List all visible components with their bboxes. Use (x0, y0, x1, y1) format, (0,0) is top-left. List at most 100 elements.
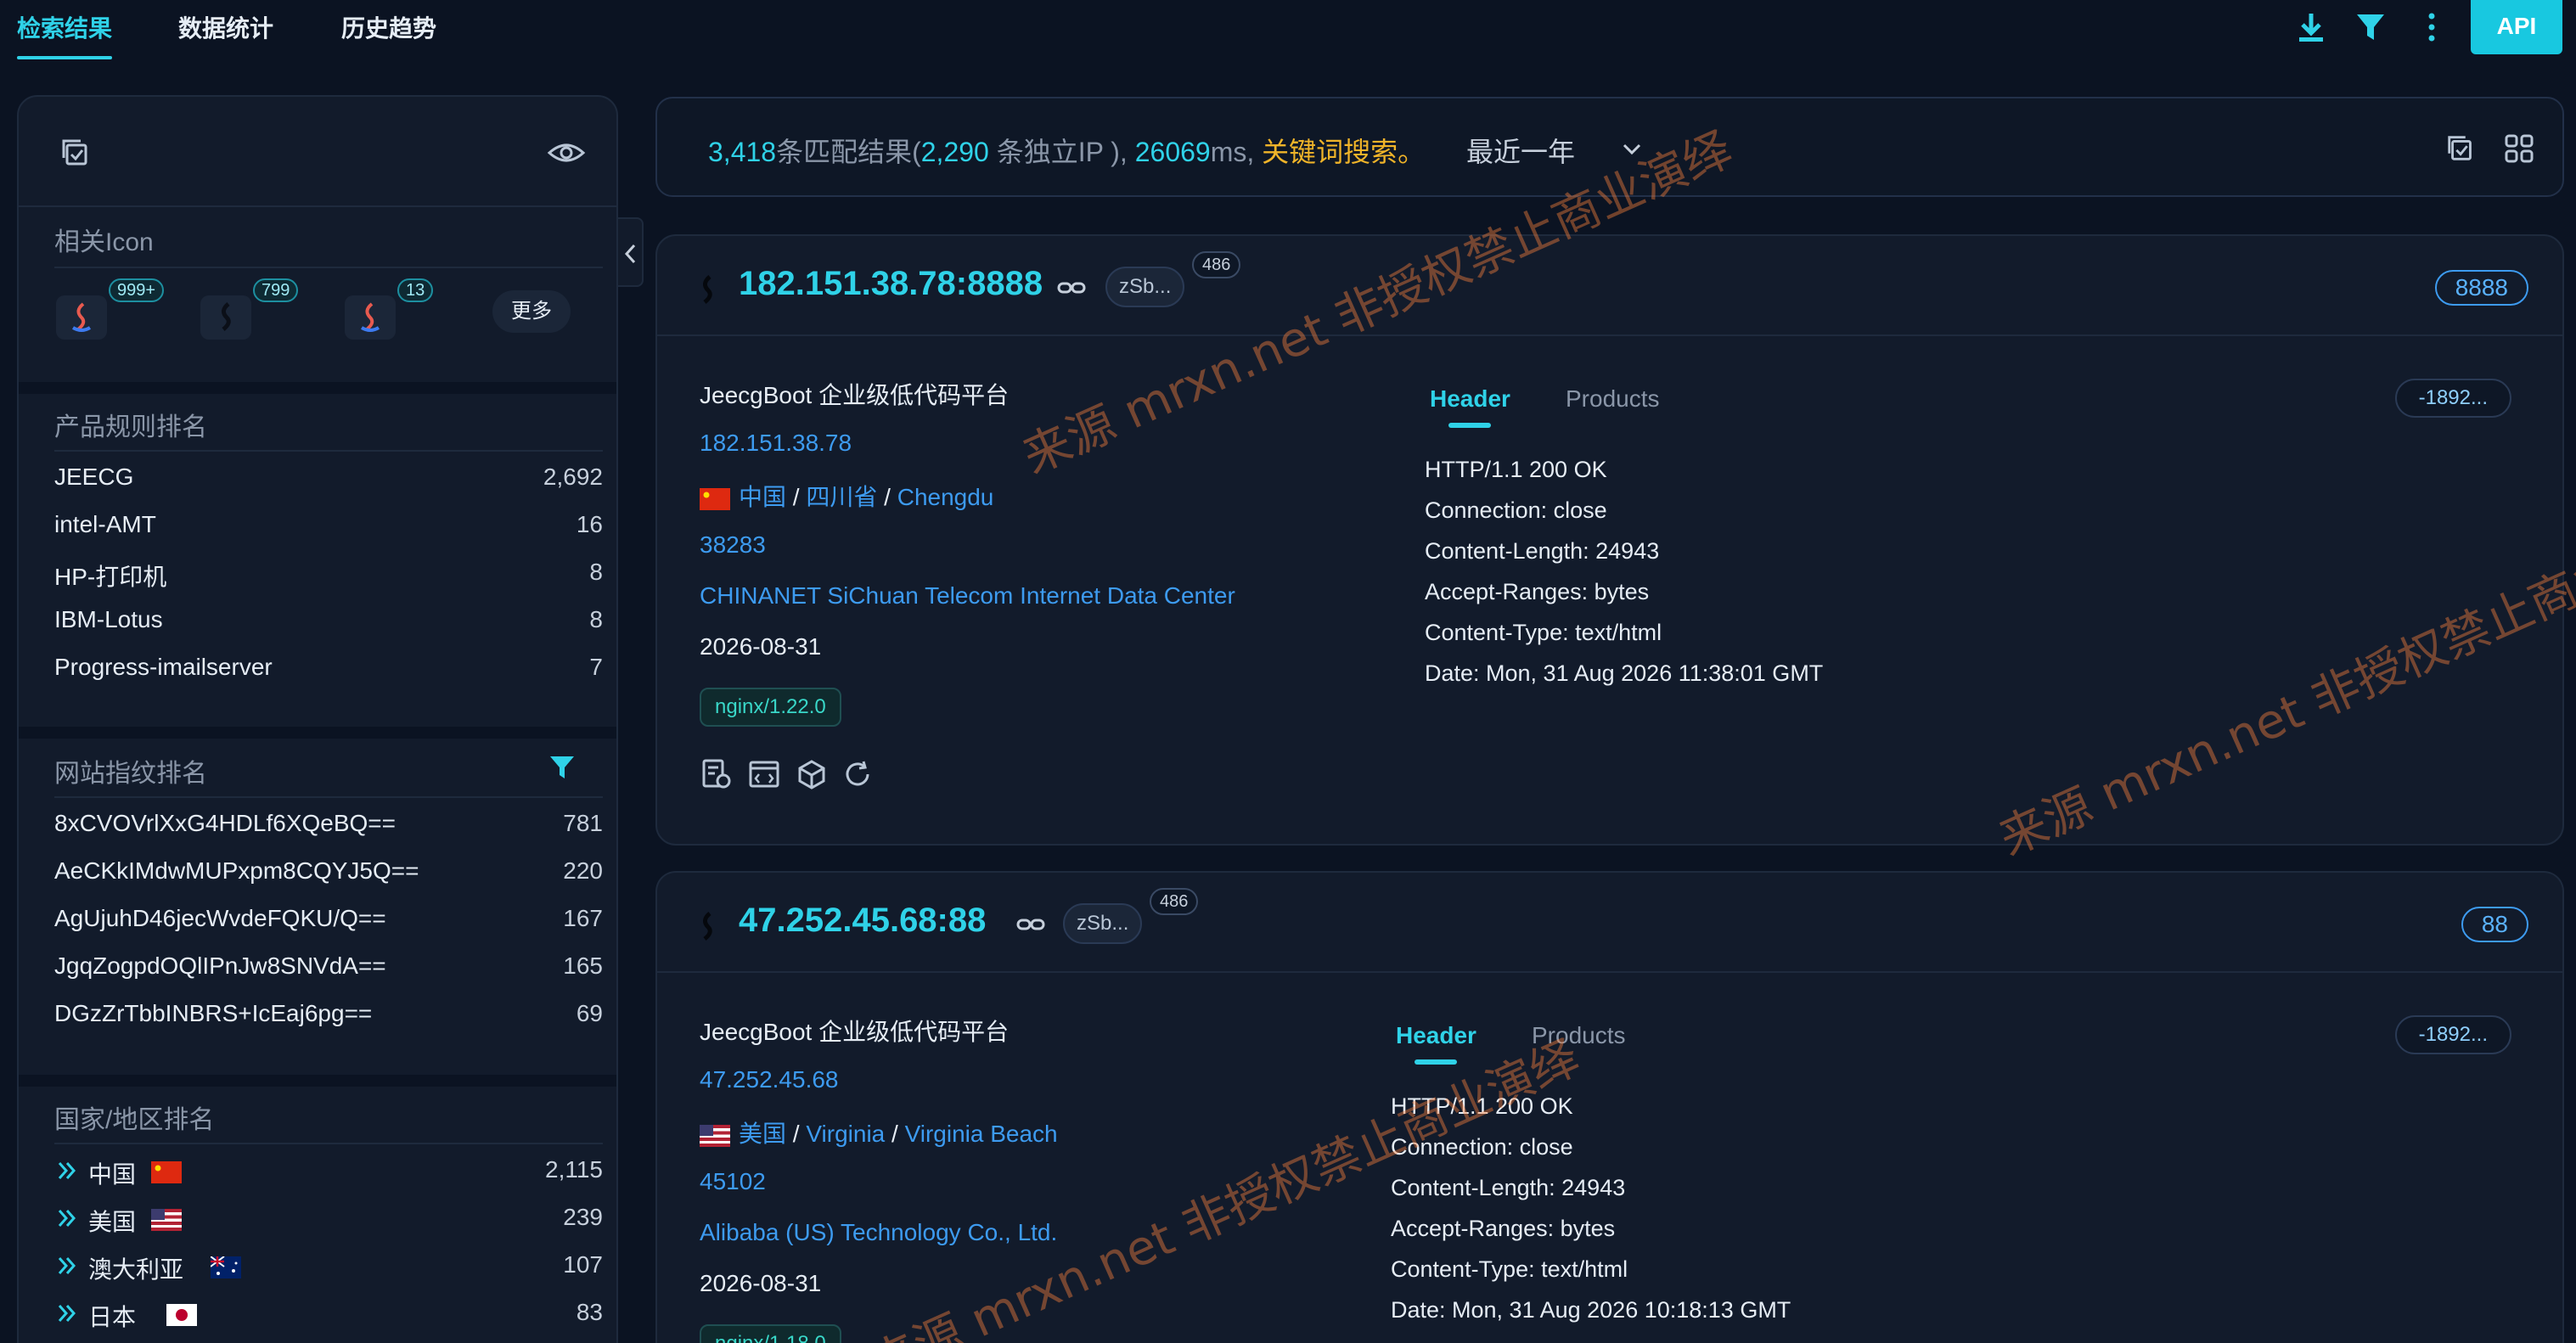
tab-history-trend[interactable]: 历史趋势 (341, 10, 436, 44)
certificate-hash-pill[interactable]: -1892... (2394, 1015, 2511, 1054)
favicon-hash-tag[interactable]: zSb... (1063, 903, 1143, 944)
filter-icon[interactable] (2352, 8, 2389, 46)
tab-statistics[interactable]: 数据统计 (178, 10, 273, 44)
sidebar: 相关Icon 999+ 799 13 更多 产品规则排名 JEECG 2,692 … (17, 95, 618, 1343)
rank-label: HP-打印机 (54, 564, 167, 590)
checkbox-select-icon[interactable] (2445, 132, 2478, 165)
results-summary-bar: 3,418条匹配结果(2,290 条独立IP ), 26069ms, 关键词搜索… (655, 97, 2564, 197)
country-rank-row[interactable]: 美国 239 (54, 1197, 603, 1239)
http-header-line: Date: Mon, 31 Aug 2026 11:38:01 GMT (1425, 660, 1824, 686)
organization-link[interactable]: Alibaba (US) Technology Co., Ltd. (700, 1219, 1057, 1246)
product-rank-row[interactable]: HP-打印机 8 (54, 552, 603, 594)
rank-label: JgqZogpdOQlIPnJw8SNVdA== (54, 952, 386, 979)
asn-link[interactable]: 38283 (700, 531, 766, 559)
certificate-hash-pill[interactable]: -1892... (2394, 379, 2511, 418)
http-header-line: Content-Type: text/html (1425, 620, 1662, 645)
tab-header[interactable]: Header (1396, 1022, 1476, 1049)
city-link[interactable]: Virginia Beach (905, 1121, 1058, 1147)
http-header-line: Accept-Ranges: bytes (1391, 1216, 1616, 1241)
product-rank-row[interactable]: Progress-imailserver 7 (54, 647, 603, 689)
link-icon[interactable] (1015, 913, 1046, 936)
product-rank-title: 产品规则排名 (54, 413, 207, 441)
history-report-icon[interactable] (700, 757, 734, 791)
time-range-select[interactable]: 最近一年 (1466, 137, 1575, 167)
rank-count: 107 (563, 1251, 603, 1278)
tab-header[interactable]: Header (1430, 385, 1510, 413)
icon-count-badge: 799 (253, 278, 299, 302)
country-rank-row[interactable]: 澳大利亚 107 (54, 1245, 603, 1287)
divider (54, 267, 603, 268)
rank-label: AgUjuhD46jecWvdeFQKU/Q== (54, 905, 386, 931)
api-button[interactable]: API (2471, 0, 2562, 54)
result-ip-link[interactable]: 182.151.38.78 (700, 430, 852, 457)
country-rank-row[interactable]: 日本 83 (54, 1292, 603, 1335)
fingerprint-rank-row[interactable]: AgUjuhD46jecWvdeFQKU/Q== 167 (54, 898, 603, 941)
favicon-hash-tag[interactable]: zSb... (1105, 267, 1185, 307)
fingerprint-rank-row[interactable]: JgqZogpdOQlIPnJw8SNVdA== 165 (54, 946, 603, 988)
http-header-line: HTTP/1.1 200 OK (1391, 1093, 1573, 1119)
tab-search-results[interactable]: 检索结果 (17, 10, 112, 44)
port-badge[interactable]: 88 (2461, 907, 2528, 942)
more-icons-button[interactable]: 更多 (492, 290, 571, 333)
country-rank-title: 国家/地区排名 (54, 1106, 215, 1134)
tech-tag[interactable]: nginx/1.18.0 (700, 1324, 841, 1343)
result-ip-link[interactable]: 47.252.45.68 (700, 1066, 839, 1093)
expand-chevron-icon[interactable] (54, 1205, 80, 1231)
eye-icon[interactable] (547, 136, 586, 170)
cube-icon[interactable] (795, 757, 829, 791)
rank-count: 69 (576, 1000, 603, 1026)
tech-tag[interactable]: nginx/1.22.0 (700, 688, 841, 727)
product-rank-row[interactable]: intel-AMT 16 (54, 504, 603, 547)
asn-link[interactable]: 45102 (700, 1168, 766, 1195)
more-options-icon[interactable] (2413, 8, 2450, 46)
expand-chevron-icon[interactable] (54, 1301, 80, 1326)
active-tab-indicator (1448, 423, 1491, 428)
grid-view-icon[interactable] (2503, 132, 2535, 165)
product-rank-row[interactable]: IBM-Lotus 8 (54, 599, 603, 642)
fingerprint-rank-row[interactable]: DGzZrTbbINBRS+IcEaj6pg== 69 (54, 993, 603, 1036)
related-icon-tile[interactable] (200, 295, 251, 340)
unique-ip-count: 2,290 (920, 137, 989, 167)
rank-count: 2,692 (543, 464, 603, 490)
rank-label: IBM-Lotus (54, 606, 163, 632)
rank-count: 165 (563, 952, 603, 979)
related-icon-tile[interactable] (345, 295, 396, 340)
port-badge[interactable]: 8888 (2434, 270, 2528, 306)
city-link[interactable]: Chengdu (897, 484, 994, 510)
sidebar-collapse-toggle[interactable] (618, 217, 644, 287)
link-icon[interactable] (1056, 277, 1087, 299)
result-ip-port-link[interactable]: 47.252.45.68:88 (739, 902, 986, 940)
province-link[interactable]: 四川省 (806, 484, 877, 510)
organization-link[interactable]: CHINANET SiChuan Telecom Internet Data C… (700, 582, 1235, 610)
japan-flag-icon (166, 1304, 197, 1326)
country-rank-row[interactable]: 中国 2,115 (54, 1149, 603, 1192)
country-link[interactable]: 中国 (739, 484, 786, 510)
download-icon[interactable] (2292, 8, 2330, 46)
fingerprint-rank-row[interactable]: AeCKkIMdwMUPxpm8CQYJ5Q== 220 (54, 851, 603, 893)
product-rank-row[interactable]: JEECG 2,692 (54, 457, 603, 499)
country-link[interactable]: 美国 (739, 1121, 786, 1147)
active-tab-indicator (1415, 1059, 1457, 1065)
expand-chevron-icon[interactable] (54, 1253, 80, 1278)
tab-products[interactable]: Products (1532, 1022, 1626, 1049)
http-header-line: Content-Type: text/html (1391, 1256, 1628, 1282)
http-header-line: Content-Length: 24943 (1425, 538, 1660, 564)
expand-chevron-icon[interactable] (54, 1158, 80, 1183)
chevron-down-icon[interactable] (1620, 139, 1644, 160)
results-summary-text: 3,418条匹配结果(2,290 条独立IP ), 26069ms, 关键词搜索… (708, 131, 1575, 170)
tab-products[interactable]: Products (1566, 385, 1660, 413)
usa-flag-icon (700, 1124, 730, 1147)
related-icon-tile[interactable] (56, 295, 107, 340)
refresh-icon[interactable] (841, 757, 875, 791)
province-link[interactable]: Virginia (806, 1121, 885, 1147)
rank-label: intel-AMT (54, 511, 156, 537)
rank-label: JEECG (54, 464, 134, 490)
favicon-hash-count: 486 (1150, 888, 1199, 915)
rank-label: 美国 (88, 1209, 137, 1235)
code-window-icon[interactable] (747, 757, 781, 791)
fingerprint-rank-row[interactable]: 8xCVOVrlXxG4HDLf6XQeBQ== 781 (54, 803, 603, 846)
checkbox-select-icon[interactable] (59, 136, 93, 170)
active-tab-indicator (17, 56, 112, 59)
result-ip-port-link[interactable]: 182.151.38.78:8888 (739, 265, 1043, 303)
filter-icon[interactable] (547, 752, 577, 783)
